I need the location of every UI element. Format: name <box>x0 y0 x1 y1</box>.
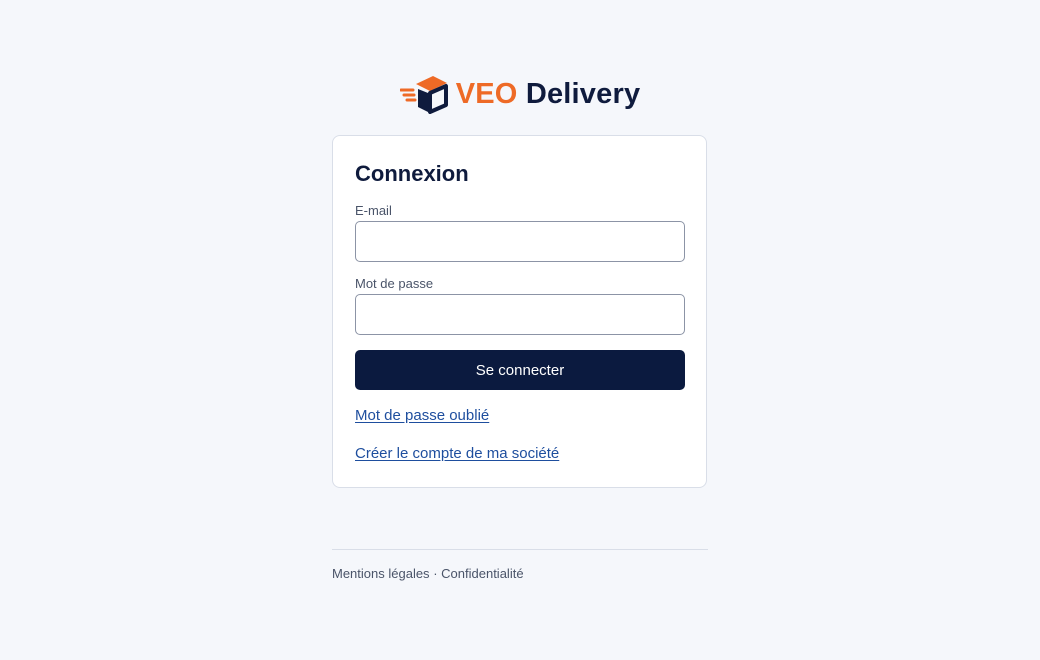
brand-name: VEO Delivery <box>456 74 641 114</box>
forgot-password-link[interactable]: Mot de passe oublié <box>355 407 489 424</box>
email-label: E-mail <box>355 203 392 218</box>
delivery-box-icon <box>399 76 448 114</box>
login-card: Connexion E-mail Mot de passe Se connect… <box>332 135 707 488</box>
footer-divider <box>332 549 708 550</box>
legal-notice-link[interactable]: Mentions légales <box>332 566 430 581</box>
brand-name-veo: VEO <box>455 78 518 110</box>
password-field[interactable] <box>355 294 685 335</box>
brand-logo: VEO Delivery <box>0 74 1040 114</box>
password-label: Mot de passe <box>355 276 434 291</box>
footer-separator: · <box>433 566 438 581</box>
footer: Mentions légales · Confidentialité <box>332 566 524 581</box>
page-title: Connexion <box>355 161 469 186</box>
privacy-link[interactable]: Confidentialité <box>441 566 523 581</box>
create-company-account-link[interactable]: Créer le compte de ma société <box>355 445 559 462</box>
brand-name-delivery: Delivery <box>525 78 641 110</box>
login-button[interactable]: Se connecter <box>355 350 685 390</box>
email-field[interactable] <box>355 221 685 262</box>
